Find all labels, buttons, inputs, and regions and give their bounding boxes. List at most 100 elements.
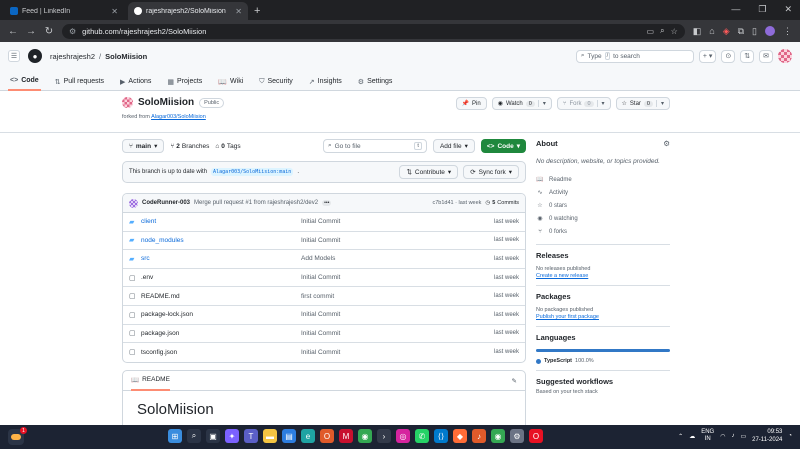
file-commit-message[interactable]: Initial Commit <box>301 274 481 281</box>
new-tab-button[interactable]: + <box>254 2 260 20</box>
readme-tab[interactable]: 📖 README <box>131 371 170 391</box>
readme-link[interactable]: 📖 Readme <box>536 173 670 186</box>
extension-icon[interactable]: ⌂ <box>709 26 714 36</box>
forks-link[interactable]: ⑂ 0 forks <box>536 225 670 238</box>
github-logo-icon[interactable]: ● <box>28 49 42 63</box>
install-app-icon[interactable]: ▭ <box>647 27 655 36</box>
file-name[interactable]: tsconfig.json <box>141 349 301 356</box>
repo-owner-avatar[interactable] <box>122 97 133 108</box>
commit-message[interactable]: Merge pull request #1 from rajeshrajesh2… <box>194 200 318 206</box>
whatsapp-icon[interactable]: ✆ <box>415 429 429 443</box>
file-row[interactable]: ▢ tsconfig.json Initial Commit last week <box>123 343 525 362</box>
task-view-icon[interactable]: ▣ <box>206 429 220 443</box>
commit-author-avatar[interactable] <box>129 198 138 208</box>
chevron-up-icon[interactable]: ⌃ <box>678 433 683 440</box>
issues-icon[interactable]: ⊙ <box>721 49 736 63</box>
forked-from-link[interactable]: Alagar003/SoloMiision <box>151 114 206 120</box>
search-input[interactable]: ⌕ Type / to search <box>575 49 694 63</box>
profile-avatar[interactable] <box>765 26 775 36</box>
language-item[interactable]: TypeScript 100.0% <box>536 358 670 364</box>
file-explorer-icon[interactable]: ▬ <box>263 429 277 443</box>
search-icon[interactable]: ⌕ <box>187 429 201 443</box>
url-text[interactable]: github.com/rajeshrajesh2/SoloMiision <box>82 27 206 36</box>
file-row[interactable]: ▢ package.json Initial Commit last week <box>123 325 525 344</box>
postman-icon[interactable]: ◆ <box>453 429 467 443</box>
close-tab-icon[interactable]: ✕ <box>235 7 242 16</box>
file-row[interactable]: ▢ package-lock.json Initial Commit last wee… <box>123 306 525 325</box>
hamburger-menu-icon[interactable]: ☰ <box>8 50 20 62</box>
instagram-icon[interactable]: ◎ <box>396 429 410 443</box>
file-commit-message[interactable]: Initial Commit <box>301 311 481 318</box>
weather-widget[interactable]: 1 <box>8 427 27 445</box>
go-to-file-input[interactable]: ⌕ Go to file t <box>322 139 427 153</box>
chrome-icon[interactable]: ◉ <box>358 429 372 443</box>
browser-tab-linkedin[interactable]: Feed | LinkedIn ✕ <box>4 2 124 20</box>
activity-link[interactable]: ∿ Activity <box>536 186 670 199</box>
chrome-alt-icon[interactable]: ◉ <box>491 429 505 443</box>
publish-package-link[interactable]: Publish your first package <box>536 314 670 320</box>
contribute-button[interactable]: ⇅ Contribute ▾ <box>399 165 459 179</box>
windows-icon[interactable]: ⊞ <box>168 429 182 443</box>
user-avatar[interactable] <box>778 49 792 63</box>
watch-button[interactable]: ◉ Watch 0 ▾ <box>491 97 552 110</box>
address-bar[interactable]: ⚙ github.com/rajeshrajesh2/SoloMiision ▭… <box>62 23 685 39</box>
file-commit-message[interactable]: Initial Commit <box>301 237 481 244</box>
tags-link[interactable]: ⌂ 0 Tags <box>215 143 240 150</box>
inbox-icon[interactable]: ✉ <box>759 49 773 63</box>
copilot-icon[interactable]: ✦ <box>225 429 239 443</box>
commit-hash[interactable]: c7b1d41 <box>432 200 453 206</box>
chevron-down-icon[interactable]: ▾ <box>537 100 546 107</box>
file-commit-message[interactable]: Initial Commit <box>301 330 481 337</box>
bookmark-star-icon[interactable]: ☆ <box>671 27 678 36</box>
sidebar-icon[interactable]: ▯ <box>752 26 757 37</box>
file-commit-message[interactable]: Initial Commit <box>301 349 481 356</box>
file-row[interactable]: ▢ README.md first commit last week <box>123 287 525 306</box>
create-new-button[interactable]: + ▾ <box>698 49 717 63</box>
file-commit-message[interactable]: Add Models <box>301 255 481 262</box>
maximize-icon[interactable]: ❐ <box>758 4 766 15</box>
reload-icon[interactable]: ↻ <box>44 26 54 37</box>
file-name[interactable]: package-lock.json <box>141 311 301 318</box>
repo-title[interactable]: SoloMiision <box>138 97 194 108</box>
battery-icon[interactable]: ▭ <box>740 433 746 440</box>
owner-link[interactable]: rajeshrajesh2 <box>50 52 95 61</box>
file-name[interactable]: client <box>141 218 301 225</box>
close-window-icon[interactable]: ✕ <box>784 4 792 15</box>
edit-pencil-icon[interactable]: ✎ <box>512 377 517 385</box>
tab-projects[interactable]: ▦ Projects <box>165 72 204 91</box>
file-row[interactable]: ▢ .env Initial Commit last week <box>123 269 525 288</box>
settings-icon[interactable]: ⚙ <box>510 429 524 443</box>
tab-code[interactable]: <> Code <box>8 72 41 91</box>
vscode-icon[interactable]: ⟨⟩ <box>434 429 448 443</box>
site-info-icon[interactable]: ⚙ <box>69 27 76 36</box>
zoom-icon[interactable]: ⌕ <box>660 26 664 36</box>
file-row[interactable]: ▰ src Add Models last week <box>123 250 525 269</box>
watching-link[interactable]: ◉ 0 watching <box>536 212 670 225</box>
branches-link[interactable]: ⑂ 2 Branches <box>170 143 209 150</box>
edge-icon[interactable]: e <box>301 429 315 443</box>
upstream-ref[interactable]: Alagar003/SoloMiision:main <box>211 168 294 176</box>
extension-icon[interactable]: ◧ <box>693 26 702 37</box>
file-name[interactable]: node_modules <box>141 237 301 244</box>
add-file-button[interactable]: Add file ▾ <box>432 139 475 153</box>
fork-button[interactable]: ⑂ Fork 0 ▾ <box>556 97 611 110</box>
file-name[interactable]: README.md <box>141 293 301 300</box>
mic-icon[interactable]: ♪ <box>472 429 486 443</box>
releases-heading[interactable]: Releases <box>536 251 569 260</box>
sync-fork-button[interactable]: ⟳ Sync fork ▾ <box>463 165 519 179</box>
repo-link[interactable]: SoloMiision <box>105 52 147 61</box>
system-clock[interactable]: 09:53 27-11-2024 <box>752 428 782 444</box>
file-commit-message[interactable]: first commit <box>301 293 481 300</box>
tab-pull-requests[interactable]: ⇅ Pull requests <box>53 72 106 91</box>
chevron-down-icon[interactable]: ▾ <box>596 100 605 107</box>
cloud-sync-icon[interactable]: ☁ <box>689 433 695 440</box>
notifications-icon[interactable]: ◔ <box>788 433 792 439</box>
volume-icon[interactable]: ♪ <box>731 433 734 439</box>
wifi-icon[interactable]: ◠ <box>720 433 725 440</box>
pin-button[interactable]: 📌 Pin <box>455 97 487 110</box>
chevron-down-icon[interactable]: ▾ <box>655 100 664 107</box>
branch-select[interactable]: ⑂ main ▾ <box>122 139 165 153</box>
office-icon[interactable]: O <box>320 429 334 443</box>
file-row[interactable]: ▰ node_modules Initial Commit last week <box>123 232 525 251</box>
create-release-link[interactable]: Create a new release <box>536 273 670 279</box>
